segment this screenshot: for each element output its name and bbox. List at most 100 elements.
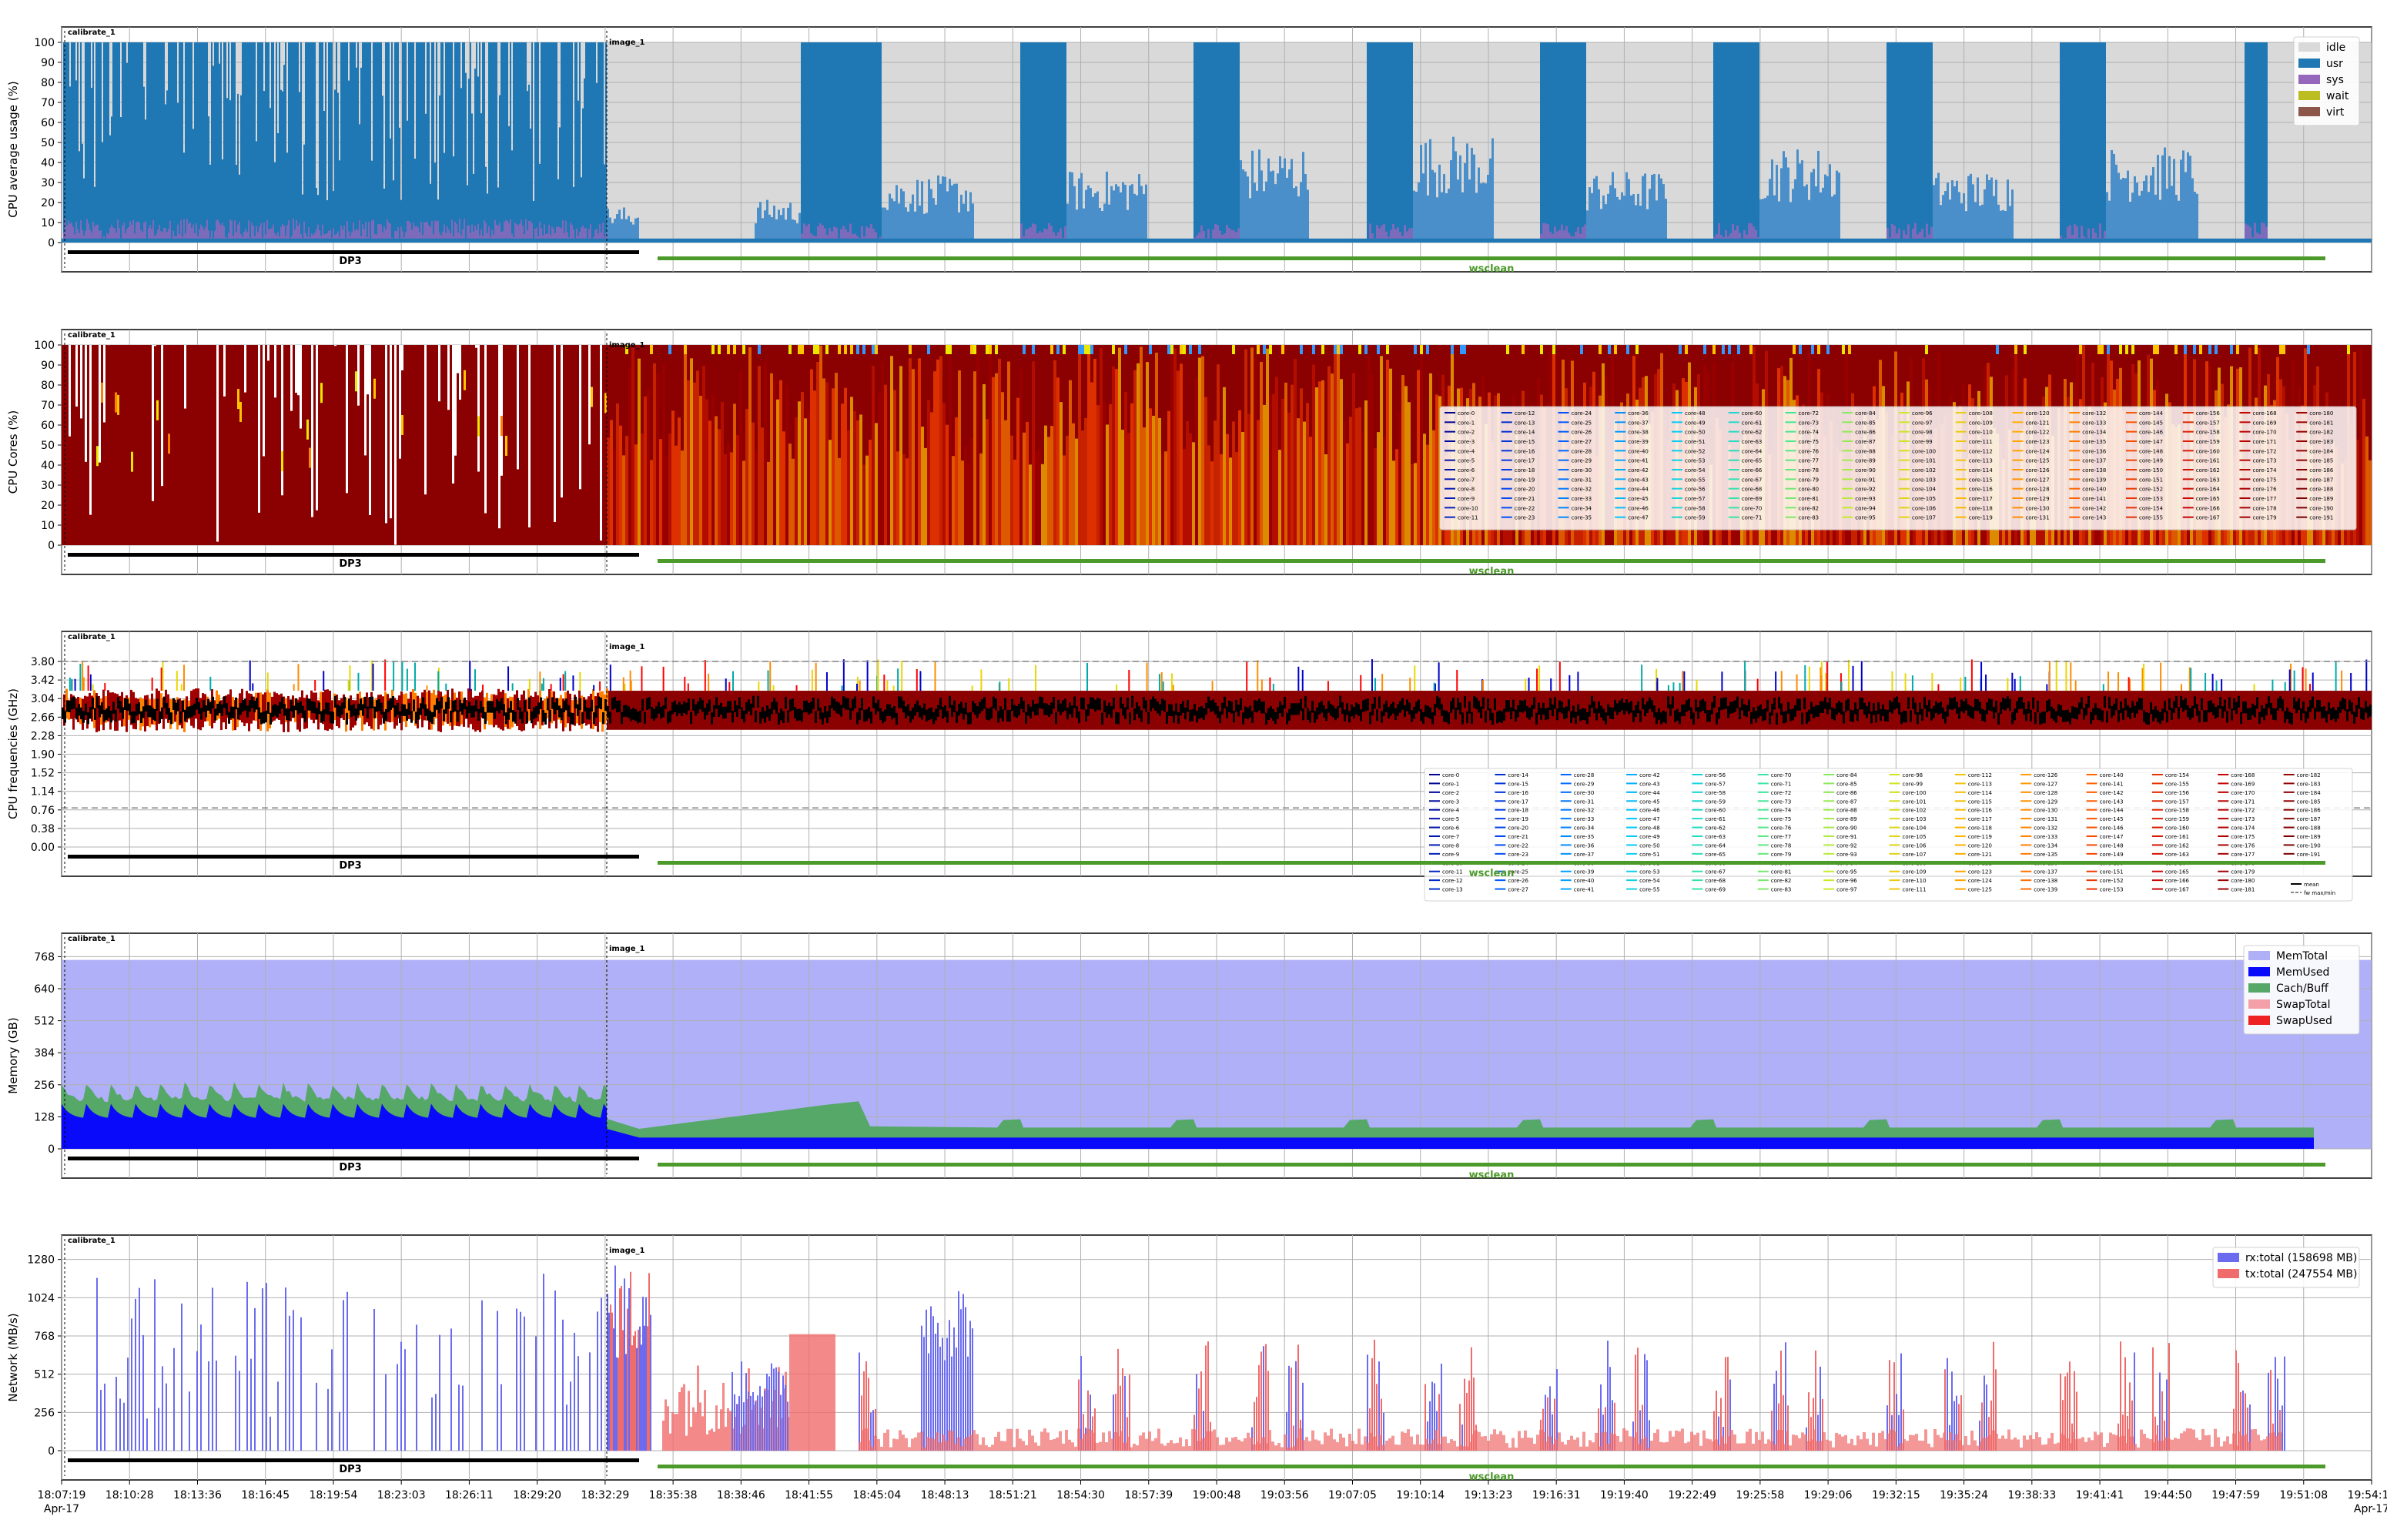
mean-line (1286, 712, 1288, 725)
mean-line (103, 709, 105, 722)
usr-bar (180, 42, 182, 243)
core-bar (702, 366, 705, 545)
mean-line (1995, 701, 1997, 713)
usr-bar (1789, 202, 1792, 243)
mean-line (1547, 707, 1549, 720)
usr-bar (1787, 167, 1789, 243)
core-top (1842, 345, 1845, 354)
net-bar (647, 1326, 648, 1451)
core-bar (156, 400, 159, 420)
usr-bar (245, 42, 246, 243)
core-top (1167, 345, 1170, 354)
usr-bar (139, 42, 140, 243)
rx-bar (566, 1404, 567, 1451)
core-top (1063, 345, 1066, 354)
usr-bar (129, 42, 131, 243)
core-bar (992, 377, 995, 545)
y-tick-label: 1.52 (31, 768, 55, 780)
usr-bar (231, 42, 233, 243)
core-top (2014, 345, 2017, 354)
mean-line (1309, 711, 1311, 723)
core-top (1925, 345, 1928, 354)
legend-label: core-40 (1628, 448, 1649, 454)
legend-label: core-1 (1458, 420, 1475, 426)
mean-line (1212, 699, 1214, 711)
usr-bar (1455, 151, 1457, 243)
legend-label: core-86 (1855, 430, 1876, 436)
mean-line (1351, 704, 1353, 717)
legend-label: core-71 (1771, 781, 1792, 787)
mean-line (1011, 698, 1013, 711)
usr-bar (909, 203, 912, 243)
core-bar (1420, 350, 1423, 545)
mean-line (1977, 699, 1979, 711)
usr-bar (494, 42, 496, 243)
mean-line (295, 698, 297, 711)
legend-label: core-42 (1639, 772, 1660, 778)
legend-label: core-76 (1799, 448, 1820, 454)
core-bar (641, 433, 644, 545)
mean-line (542, 710, 544, 722)
usr-bar (1993, 196, 1995, 243)
mean-line (1004, 698, 1006, 711)
usr-bar (1813, 169, 1815, 243)
mean-line (976, 706, 979, 718)
rx-bar (780, 1394, 782, 1451)
legend-label: core-136 (2082, 448, 2107, 454)
core-top (1420, 345, 1423, 354)
mean-line (1582, 708, 1584, 721)
mean-line (928, 708, 930, 721)
core-top (1451, 345, 1454, 354)
core-top (2199, 345, 2202, 354)
mean-line (477, 708, 480, 721)
legend-label: core-182 (2309, 430, 2333, 436)
usr-bar (564, 42, 565, 243)
legend-label: core-7 (1458, 477, 1475, 483)
mean-line (1367, 698, 1369, 711)
core-bar (767, 461, 770, 545)
mean-line (1401, 698, 1404, 710)
legend-label: core-31 (1572, 477, 1592, 483)
mean-line (417, 708, 420, 720)
usr-bar (362, 42, 363, 243)
usr-bar (297, 42, 299, 243)
mean-line (1279, 701, 1281, 714)
usr-bar (268, 42, 270, 243)
usr-bar (177, 102, 179, 243)
rx-bar (439, 1334, 440, 1451)
mean-line (1605, 712, 1607, 725)
core-top (727, 345, 730, 354)
mean-line (1145, 700, 1147, 712)
usr-bar (1632, 194, 1635, 243)
mean-line (1332, 705, 1334, 718)
core-bar (829, 440, 832, 545)
mean-line (2265, 703, 2268, 716)
core-bar (1340, 379, 1343, 545)
legend-label: core-63 (1705, 834, 1726, 840)
core-bar (847, 430, 850, 545)
usr-bar (1249, 198, 1251, 243)
usr-bar (380, 42, 382, 243)
usr-bar (254, 42, 256, 243)
mean-line (503, 704, 505, 716)
mean-line (1974, 698, 1977, 711)
rx-bar (397, 1364, 398, 1451)
core-bar (1217, 364, 1220, 545)
usr-bar (134, 42, 136, 243)
legend-label: core-98 (1912, 430, 1933, 436)
mean-line (1787, 701, 1789, 714)
core-bar (1096, 405, 1100, 545)
legend-label: core-59 (1685, 515, 1706, 521)
mean-line (1889, 700, 1891, 712)
core-bar (976, 349, 979, 545)
usr-bar (216, 42, 217, 243)
usr-bar (1642, 176, 1644, 243)
legend-label: core-75 (1771, 816, 1792, 822)
mean-line (2360, 707, 2362, 719)
mean-line (1494, 698, 1496, 711)
net-bar (627, 1308, 628, 1451)
core-bar (859, 414, 862, 545)
mean-line (2083, 708, 2085, 720)
rx-bar (748, 1391, 749, 1451)
core-bar (647, 389, 650, 545)
